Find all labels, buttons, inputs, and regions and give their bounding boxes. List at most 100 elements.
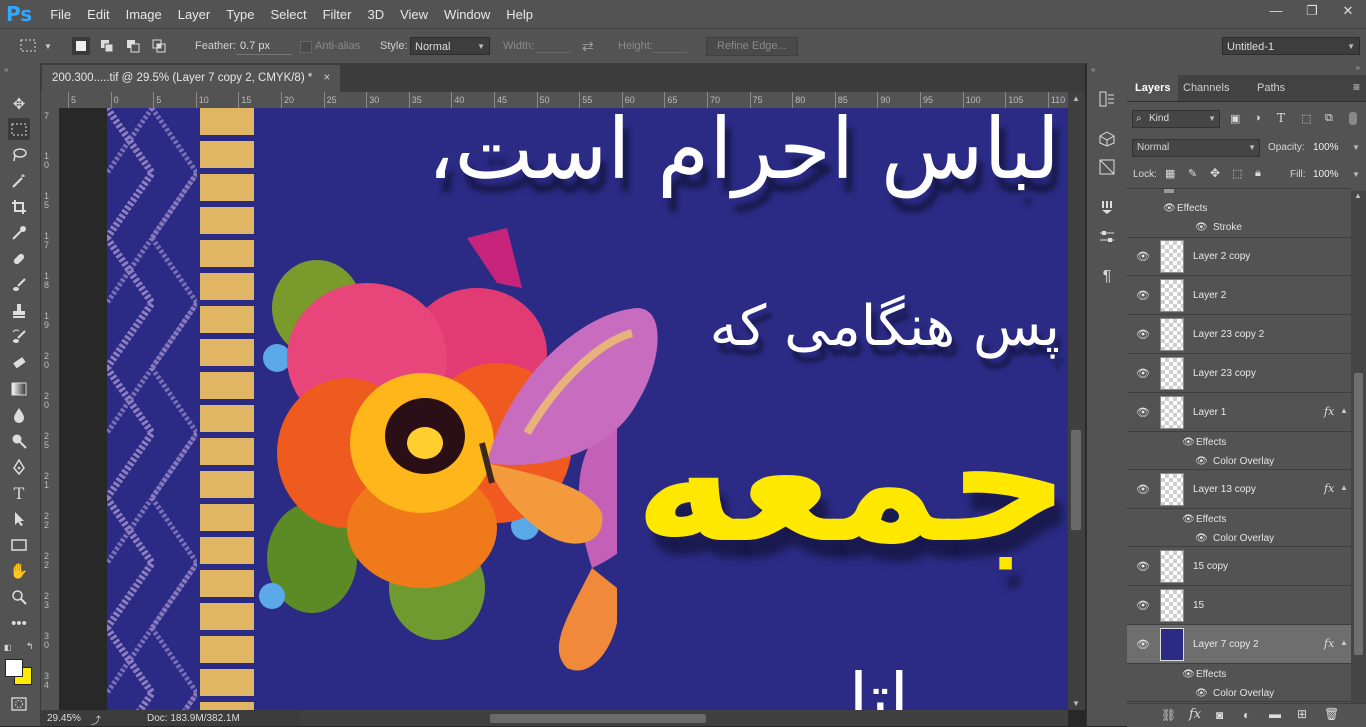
layer-effects-badge[interactable]: fx: [1324, 637, 1334, 650]
effect-color-overlay[interactable]: 👁︎ Color Overlay: [1195, 688, 1274, 699]
eye-icon[interactable]: 👁︎: [1136, 328, 1150, 341]
vertical-scroll-thumb[interactable]: [1071, 430, 1081, 530]
layer-thumbnail[interactable]: [1160, 396, 1184, 429]
lock-pixels-icon[interactable]: ✎: [1188, 167, 1197, 180]
lock-artboard-icon[interactable]: ⬚: [1232, 167, 1242, 180]
effects-group[interactable]: 👁︎ Effects: [1163, 203, 1207, 214]
chevron-down-icon[interactable]: ▼: [44, 42, 52, 51]
eye-icon[interactable]: 👁︎: [1136, 250, 1150, 263]
feather-input[interactable]: 0.7 px: [236, 37, 292, 55]
paragraph-icon[interactable]: ¶: [1097, 267, 1117, 287]
layer-thumbnail[interactable]: [1160, 589, 1184, 622]
properties-icon[interactable]: [1097, 227, 1117, 247]
filter-shape-icon[interactable]: ⬚: [1301, 112, 1311, 125]
eye-icon[interactable]: 👁︎: [1136, 560, 1150, 573]
layer-name[interactable]: Layer 2: [1193, 290, 1226, 301]
layer-row[interactable]: 👁︎ Layer 1 fx ▲: [1127, 393, 1351, 432]
3d-icon[interactable]: [1097, 129, 1117, 149]
chevron-down-icon[interactable]: ▼: [1352, 170, 1360, 179]
lock-transparent-icon[interactable]: ▦: [1165, 167, 1175, 180]
menu-view[interactable]: View: [400, 7, 428, 22]
layer-row[interactable]: 👁︎ Layer 13 copy fx ▲: [1127, 470, 1351, 509]
magic-wand-tool-icon[interactable]: [8, 170, 30, 192]
trash-icon[interactable]: 🗑︎: [1324, 707, 1339, 721]
folder-icon[interactable]: ▬: [1269, 707, 1281, 721]
layer-thumbnail[interactable]: [1160, 473, 1184, 506]
menu-image[interactable]: Image: [126, 7, 162, 22]
vertical-scrollbar[interactable]: ▲ ▼: [1068, 92, 1085, 710]
menu-layer[interactable]: Layer: [178, 7, 211, 22]
quick-mask-icon[interactable]: [8, 693, 30, 715]
adjustment-icon[interactable]: ◐: [1243, 708, 1250, 722]
expand-icon[interactable]: «: [1091, 65, 1095, 74]
blend-mode-select[interactable]: Normal ▼: [1132, 139, 1260, 157]
eye-icon[interactable]: 👁︎: [1136, 483, 1150, 496]
eyedropper-tool-icon[interactable]: [8, 222, 30, 244]
eye-icon[interactable]: 👁︎: [1182, 437, 1195, 448]
menu-edit[interactable]: Edit: [87, 7, 109, 22]
width-input[interactable]: [536, 52, 570, 53]
layer-name[interactable]: Layer 2 copy: [1193, 251, 1250, 262]
style-select[interactable]: Normal ▼: [410, 37, 490, 55]
eye-icon[interactable]: 👁︎: [1182, 669, 1195, 680]
new-layer-icon[interactable]: ⊞: [1297, 707, 1307, 721]
antialias-checkbox[interactable]: [300, 41, 312, 53]
layer-name[interactable]: Layer 13 copy: [1193, 484, 1256, 495]
brush-tool-icon[interactable]: [8, 274, 30, 296]
effects-group[interactable]: 👁︎ Effects: [1182, 437, 1226, 448]
chevron-down-icon[interactable]: ▼: [1352, 143, 1360, 152]
menu-type[interactable]: Type: [226, 7, 254, 22]
eye-icon[interactable]: 👁︎: [1182, 514, 1195, 525]
restore-button[interactable]: ❐: [1294, 0, 1330, 24]
layer-row[interactable]: 👁︎ Layer 2 copy: [1127, 237, 1351, 276]
marquee-tool-icon[interactable]: [8, 118, 30, 140]
workspace-select[interactable]: Untitled-1 ▼: [1222, 37, 1360, 55]
layer-row[interactable]: 👁︎ Layer 23 copy 2: [1127, 315, 1351, 354]
hand-tool-icon[interactable]: ✋: [8, 560, 30, 582]
more-tools-icon[interactable]: •••: [8, 612, 30, 634]
type-tool-icon[interactable]: T: [8, 482, 30, 504]
scroll-down-icon[interactable]: ▼: [1072, 699, 1080, 708]
layer-row[interactable]: 👁︎ Layer 23 copy: [1127, 354, 1351, 393]
chevron-up-icon[interactable]: ▲: [1340, 483, 1348, 492]
effects-group[interactable]: 👁︎ Effects: [1182, 514, 1226, 525]
effects-group[interactable]: 👁︎ Effects: [1182, 669, 1226, 680]
layer-thumbnail[interactable]: [1160, 240, 1184, 273]
lock-all-icon[interactable]: 🔒︎: [1255, 167, 1261, 180]
path-selection-tool-icon[interactable]: [8, 508, 30, 530]
eye-icon[interactable]: 👁︎: [1195, 533, 1208, 544]
tab-paths[interactable]: Paths: [1249, 75, 1293, 101]
collapse-icon[interactable]: »: [1356, 63, 1360, 72]
filter-kind-select[interactable]: ⌕ Kind ▼: [1132, 110, 1220, 128]
adjustments-icon[interactable]: [1097, 157, 1117, 177]
horizontal-scroll-thumb[interactable]: [490, 714, 706, 723]
history-icon[interactable]: [1097, 89, 1117, 109]
fill-input[interactable]: 100%: [1313, 169, 1339, 180]
layer-name[interactable]: Layer 7 copy 2: [1193, 639, 1259, 650]
menu-select[interactable]: Select: [270, 7, 306, 22]
eye-icon[interactable]: 👁︎: [1136, 599, 1150, 612]
layer-name[interactable]: Layer 23 copy: [1193, 368, 1256, 379]
layer-thumbnail[interactable]: [1160, 279, 1184, 312]
opacity-input[interactable]: 100%: [1313, 142, 1339, 153]
dodge-tool-icon[interactable]: [8, 430, 30, 452]
layer-name[interactable]: 15: [1193, 600, 1204, 611]
layer-thumbnail[interactable]: [1160, 357, 1184, 390]
eye-icon[interactable]: 👁︎: [1195, 222, 1208, 233]
layer-row[interactable]: 👁︎ Layer 2: [1127, 276, 1351, 315]
eye-icon[interactable]: 👁︎: [1195, 456, 1208, 467]
brush-settings-icon[interactable]: [1097, 197, 1117, 217]
height-input[interactable]: [653, 52, 687, 53]
effect-color-overlay[interactable]: 👁︎ Color Overlay: [1195, 533, 1274, 544]
layer-name[interactable]: 15 copy: [1193, 561, 1228, 572]
tab-channels[interactable]: Channels: [1175, 75, 1237, 101]
rectangle-tool-icon[interactable]: [8, 534, 30, 556]
filter-type-icon[interactable]: T: [1277, 111, 1285, 125]
lasso-tool-icon[interactable]: [8, 144, 30, 166]
blur-tool-icon[interactable]: [8, 404, 30, 426]
menu-3d[interactable]: 3D: [367, 7, 384, 22]
layer-effects-badge[interactable]: fx: [1324, 482, 1334, 495]
eye-icon[interactable]: 👁︎: [1163, 203, 1176, 214]
move-tool-icon[interactable]: ✥: [8, 93, 30, 115]
default-colors-icon[interactable]: ◧: [4, 643, 12, 652]
